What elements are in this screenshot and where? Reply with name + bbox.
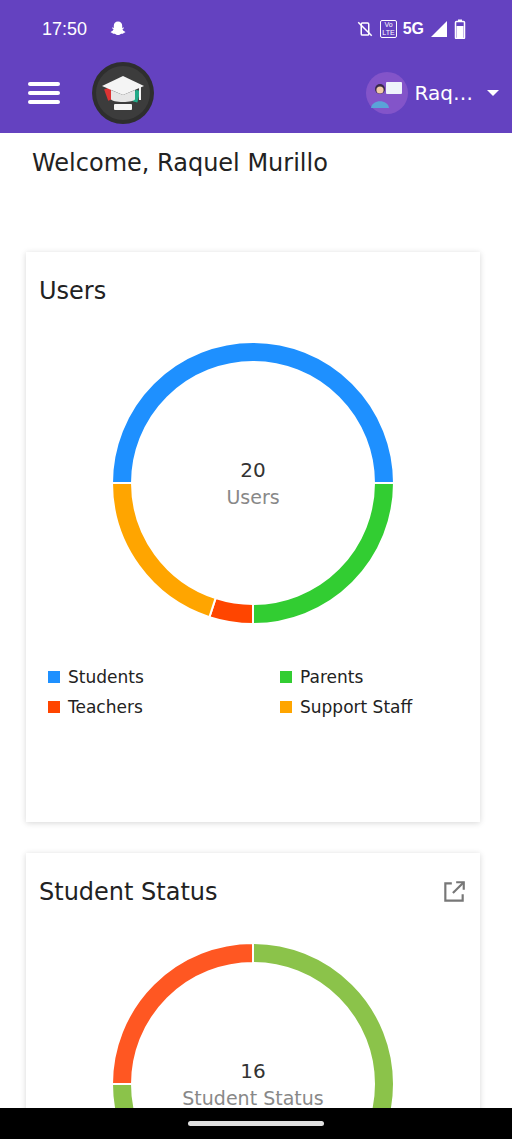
legend-swatch	[280, 701, 292, 713]
welcome-heading: Welcome, Raquel Murillo	[0, 133, 512, 179]
volte-badge: VoLTE	[380, 20, 396, 38]
card-title: Users	[39, 276, 106, 306]
card-header: Student Status	[39, 877, 467, 907]
graduation-logo-icon[interactable]	[92, 62, 154, 124]
home-handle[interactable]	[188, 1121, 324, 1126]
snapchat-ghost-icon	[109, 20, 127, 38]
donut-segment[interactable]	[112, 943, 394, 1108]
vibrate-off-icon	[356, 20, 374, 38]
chart-card: Student Status 16 Student Status	[26, 853, 480, 1108]
legend-item[interactable]: Students	[48, 662, 280, 692]
legend-label: Teachers	[68, 697, 143, 717]
donut-svg	[112, 943, 394, 1108]
donut-total-label: Student Status	[182, 1087, 323, 1108]
app-bar: Raq…	[0, 58, 512, 133]
phone-screen: 17:50 VoLTE 5G Raq… Welcome, Raquel Murillo U…	[0, 0, 512, 1139]
legend-label: Students	[68, 667, 144, 687]
navigation-bar	[0, 1108, 512, 1139]
dashboard-content: Welcome, Raquel Murillo Users 20 Users Stude…	[0, 133, 512, 1108]
user-menu[interactable]: Raq…	[366, 72, 500, 114]
chart-legend: Students Parents Teachers Support Staff	[39, 662, 467, 722]
legend-swatch	[48, 671, 60, 683]
top-bar: 17:50 VoLTE 5G Raq…	[0, 0, 512, 133]
donut-segment[interactable]	[112, 342, 394, 483]
network-type: 5G	[403, 20, 424, 38]
battery-icon	[454, 19, 466, 39]
user-name: Raq…	[415, 81, 473, 105]
volte-text: LTE	[382, 29, 394, 37]
legend-swatch	[48, 701, 60, 713]
donut-segment[interactable]	[112, 943, 253, 1084]
donut-total: 16	[240, 1059, 265, 1083]
card-header: Users	[39, 276, 467, 306]
legend-swatch	[280, 671, 292, 683]
donut-chart: 20 Users	[112, 342, 394, 624]
card-title: Student Status	[39, 877, 218, 907]
signal-icon	[430, 20, 448, 38]
donut-segment[interactable]	[209, 598, 253, 624]
volte-text: Vo	[384, 21, 392, 29]
status-bar: 17:50 VoLTE 5G	[0, 0, 512, 58]
legend-item[interactable]: Teachers	[48, 692, 280, 722]
donut-chart: 16 Student Status	[112, 943, 394, 1108]
user-avatar-icon	[366, 72, 408, 114]
donut-center: 16 Student Status	[112, 943, 394, 1108]
dropdown-caret-icon	[486, 89, 500, 97]
card-list: Users 20 Users Students Parents Teachers Suppo…	[0, 179, 512, 1108]
donut-total-label: Users	[226, 486, 279, 508]
legend-label: Support Staff	[300, 697, 412, 717]
chart-card: Users 20 Users Students Parents Teachers Suppo…	[26, 252, 480, 822]
status-time: 17:50	[42, 19, 87, 40]
legend-item[interactable]: Parents	[280, 662, 467, 692]
menu-icon[interactable]	[28, 81, 60, 105]
legend-item[interactable]: Support Staff	[280, 692, 467, 722]
legend-label: Parents	[300, 667, 363, 687]
external-link-icon[interactable]	[441, 879, 467, 905]
donut-svg	[112, 342, 394, 624]
donut-segment[interactable]	[112, 483, 216, 617]
donut-center: 20 Users	[112, 342, 394, 624]
donut-total: 20	[240, 458, 265, 482]
